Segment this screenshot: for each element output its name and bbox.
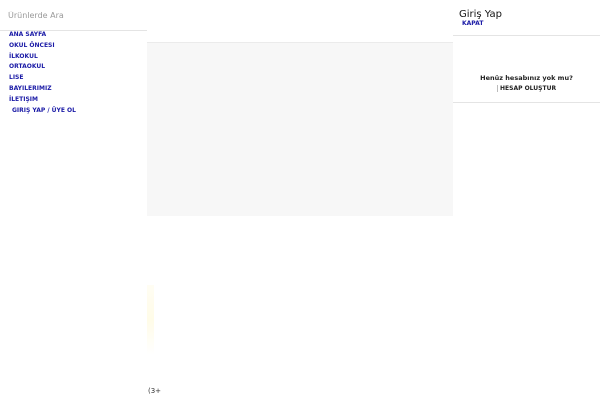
partial-content-text: (3+ [148, 387, 162, 395]
nav-item-preschool[interactable]: OKUL ÖNCESI [0, 41, 147, 52]
main-nav: ANA SAYFA OKUL ÖNCESI İLKOKUL ORTAOKUL L… [0, 30, 147, 116]
login-title: Giriş Yap [459, 9, 503, 20]
nav-item-home[interactable]: ANA SAYFA [0, 30, 147, 41]
left-nav-panel: ANA SAYFA OKUL ÖNCESI İLKOKUL ORTAOKUL L… [0, 0, 147, 400]
register-question: Henüz hesabınız yok mu? [480, 74, 573, 82]
content-placeholder [147, 43, 453, 216]
close-button[interactable]: KAPAT [462, 20, 483, 27]
nav-item-primary-school[interactable]: İLKOKUL [0, 52, 147, 63]
nav-item-login-register[interactable]: GIRIŞ YAP / ÜYE OL [0, 106, 147, 117]
faded-content-strip [147, 285, 154, 355]
register-section: Henüz hesabınız yok mu? HESAP OLUŞTUR [453, 36, 600, 103]
create-account-button[interactable]: HESAP OLUŞTUR [497, 85, 556, 92]
search-input[interactable] [0, 0, 147, 30]
nav-item-high-school[interactable]: LISE [0, 73, 147, 84]
search-box [0, 0, 147, 31]
login-header: Giriş Yap KAPAT [453, 0, 600, 36]
nav-item-contact[interactable]: İLETIŞIM [0, 95, 147, 106]
nav-item-dealers[interactable]: BAYILERIMIZ [0, 84, 147, 95]
nav-item-middle-school[interactable]: ORTAOKUL [0, 62, 147, 73]
login-panel: Giriş Yap KAPAT Henüz hesabınız yok mu? … [453, 0, 600, 400]
page-header-area [147, 0, 453, 43]
